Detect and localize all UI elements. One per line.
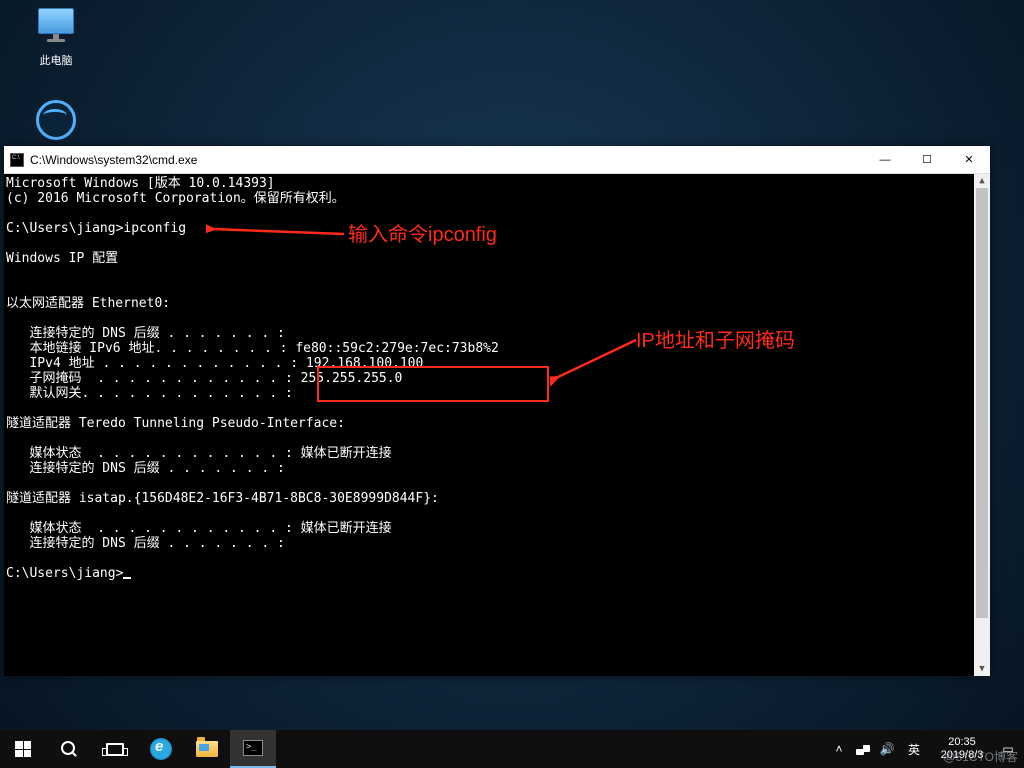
cmd-line: (c) 2016 Microsoft Corporation。保留所有权利。 <box>6 191 345 206</box>
search-icon <box>61 741 77 757</box>
ie-icon <box>150 738 172 760</box>
cmd-line: Windows IP 配置 <box>6 251 118 266</box>
tray-chevron[interactable]: ˄ <box>828 730 850 768</box>
maximize-button[interactable]: ☐ <box>906 146 948 174</box>
this-pc-label: 此电脑 <box>20 52 92 68</box>
network-icon <box>856 743 870 755</box>
close-button[interactable]: ✕ <box>948 146 990 174</box>
cmd-line: 本地链接 IPv6 地址. . . . . . . . : fe80::59c2… <box>6 341 499 356</box>
cmd-line: IPv4 地址 . . . . . . . . . . . . : <box>6 356 306 371</box>
titlebar[interactable]: C:\Windows\system32\cmd.exe — ☐ ✕ <box>4 146 990 174</box>
task-view-icon <box>106 743 124 756</box>
scroll-up-button[interactable]: ▲ <box>974 174 990 188</box>
desktop-icon-edge[interactable] <box>20 100 92 144</box>
annotation-ip-box <box>317 366 549 402</box>
cmd-line: 隧道适配器 Teredo Tunneling Pseudo-Interface: <box>6 416 345 431</box>
cmd-line: 隧道适配器 isatap.{156D48E2-16F3-4B71-8BC8-30… <box>6 491 439 506</box>
start-button[interactable] <box>0 730 46 768</box>
cmd-prompt: C:\Users\jiang> <box>6 221 123 236</box>
taskbar-ie[interactable] <box>138 730 184 768</box>
desktop-icon-this-pc[interactable]: 此电脑 <box>20 8 92 68</box>
clock-time: 20:35 <box>930 736 994 749</box>
cmd-typed-command: ipconfig <box>123 221 186 236</box>
cmd-line: 连接特定的 DNS 后缀 . . . . . . . : <box>6 536 285 551</box>
scrollbar[interactable]: ▲ ▼ <box>974 174 990 676</box>
file-explorer-icon <box>196 741 218 757</box>
scroll-down-button[interactable]: ▼ <box>974 662 990 676</box>
tray-clock[interactable]: 20:35 2019/8/3 <box>930 736 994 762</box>
clock-date: 2019/8/3 <box>930 749 994 762</box>
cmd-icon <box>243 740 263 756</box>
cmd-prompt: C:\Users\jiang> <box>6 566 123 581</box>
cmd-line: 以太网适配器 Ethernet0: <box>6 296 170 311</box>
taskbar-cmd[interactable] <box>230 730 276 768</box>
cmd-output[interactable]: Microsoft Windows [版本 10.0.14393] (c) 20… <box>4 174 990 676</box>
cmd-line: 媒体状态 . . . . . . . . . . . . : 媒体已断开连接 <box>6 521 392 536</box>
window-title: C:\Windows\system32\cmd.exe <box>30 153 864 167</box>
tray-sound[interactable] <box>876 730 898 768</box>
cursor-icon <box>123 577 131 579</box>
search-button[interactable] <box>46 730 92 768</box>
chevron-up-icon: ˄ <box>835 742 842 756</box>
annotation-ip-label: IP地址和子网掩码 <box>636 324 795 353</box>
tray-network[interactable] <box>852 730 874 768</box>
cmd-window: C:\Windows\system32\cmd.exe — ☐ ✕ Micros… <box>4 146 990 676</box>
cmd-line: 连接特定的 DNS 后缀 . . . . . . . : <box>6 461 285 476</box>
system-tray: ˄ 英 20:35 2019/8/3 ▭ <box>828 730 1024 768</box>
this-pc-icon <box>36 8 76 48</box>
cmd-line: 连接特定的 DNS 后缀 . . . . . . . : <box>6 326 285 341</box>
cmd-line: 媒体状态 . . . . . . . . . . . . : 媒体已断开连接 <box>6 446 392 461</box>
minimize-button[interactable]: — <box>864 146 906 174</box>
cmd-line: 默认网关. . . . . . . . . . . . . : <box>6 386 293 401</box>
taskbar-explorer[interactable] <box>184 730 230 768</box>
task-view-button[interactable] <box>92 730 138 768</box>
cmd-line: 子网掩码 . . . . . . . . . . . . : <box>6 371 301 386</box>
cmd-icon <box>10 153 24 167</box>
scroll-thumb[interactable] <box>976 188 988 618</box>
windows-icon <box>15 741 31 757</box>
tray-ime[interactable]: 英 <box>900 730 928 768</box>
action-center-button[interactable]: ▭ <box>996 730 1020 768</box>
taskbar: ˄ 英 20:35 2019/8/3 ▭ <box>0 730 1024 768</box>
notification-icon: ▭ <box>1002 742 1013 756</box>
annotation-command-label: 输入命令ipconfig <box>348 218 497 247</box>
cmd-line: Microsoft Windows [版本 10.0.14393] <box>6 176 275 191</box>
edge-icon <box>36 100 76 140</box>
